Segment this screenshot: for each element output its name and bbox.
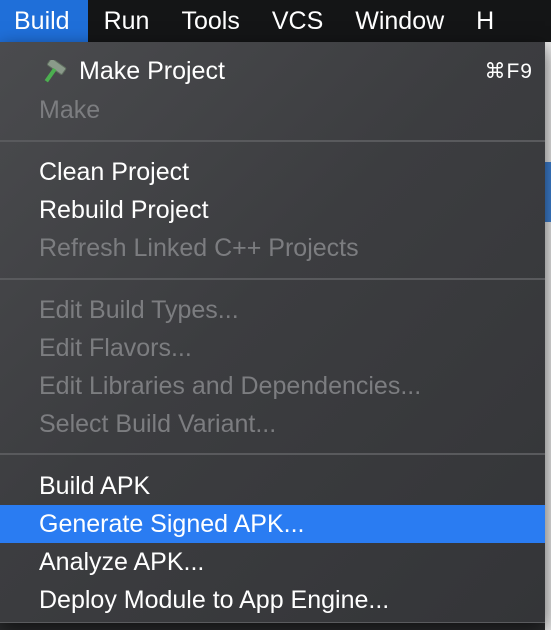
menu-item-refresh-linked-cpp[interactable]: Refresh Linked C++ Projects	[0, 229, 545, 267]
menu-item-edit-flavors[interactable]: Edit Flavors...	[0, 329, 545, 367]
menu-item-rebuild-project[interactable]: Rebuild Project	[0, 191, 545, 229]
menu-separator	[0, 453, 545, 455]
menu-item-label: Make	[39, 95, 101, 124]
menubar-build[interactable]: Build	[0, 0, 88, 42]
menu-item-generate-signed-apk[interactable]: Generate Signed APK...	[0, 505, 545, 543]
menu-item-label: Analyze APK...	[39, 547, 205, 576]
ide-window: Build Run Tools VCS Window H Make Projec…	[0, 0, 551, 630]
menu-item-label: Edit Build Types...	[39, 295, 239, 324]
menubar-tools[interactable]: Tools	[165, 0, 255, 42]
menu-item-edit-libraries[interactable]: Edit Libraries and Dependencies...	[0, 367, 545, 405]
menubar-window[interactable]: Window	[339, 0, 460, 42]
menu-item-label: Build APK	[39, 471, 151, 500]
menubar-help[interactable]: H	[460, 0, 510, 42]
menu-item-label: Clean Project	[39, 157, 190, 186]
menu-item-edit-build-types[interactable]: Edit Build Types...	[0, 291, 545, 329]
menu-item-clean-project[interactable]: Clean Project	[0, 153, 545, 191]
menu-item-build-apk[interactable]: Build APK	[0, 467, 545, 505]
menu-item-label: Select Build Variant...	[39, 409, 277, 438]
menu-item-label: Deploy Module to App Engine...	[39, 585, 390, 614]
menu-item-label: Generate Signed APK...	[39, 509, 305, 538]
menu-item-label: Edit Libraries and Dependencies...	[39, 371, 422, 400]
background-window	[545, 42, 551, 630]
menubar-vcs[interactable]: VCS	[256, 0, 339, 42]
menubar-run[interactable]: Run	[88, 0, 166, 42]
menu-item-make-project[interactable]: Make Project ⌘F9	[0, 52, 545, 90]
build-menu: Make Project ⌘F9 Make Clean Project Rebu…	[0, 42, 545, 623]
menu-item-label: Rebuild Project	[39, 195, 209, 224]
shortcut-label: ⌘F9	[484, 59, 533, 83]
menu-item-label: Refresh Linked C++ Projects	[39, 233, 359, 262]
menu-item-analyze-apk[interactable]: Analyze APK...	[0, 543, 545, 581]
menu-item-make[interactable]: Make	[0, 91, 545, 129]
menu-item-label: Edit Flavors...	[39, 333, 192, 362]
menu-item-deploy-app-engine[interactable]: Deploy Module to App Engine...	[0, 581, 545, 619]
menu-separator	[0, 278, 545, 280]
hammer-icon	[38, 58, 72, 84]
menu-separator	[0, 140, 545, 142]
menu-bar: Build Run Tools VCS Window H	[0, 0, 551, 42]
menu-item-label: Make Project	[79, 56, 225, 85]
menu-item-select-build-variant[interactable]: Select Build Variant...	[0, 405, 545, 443]
